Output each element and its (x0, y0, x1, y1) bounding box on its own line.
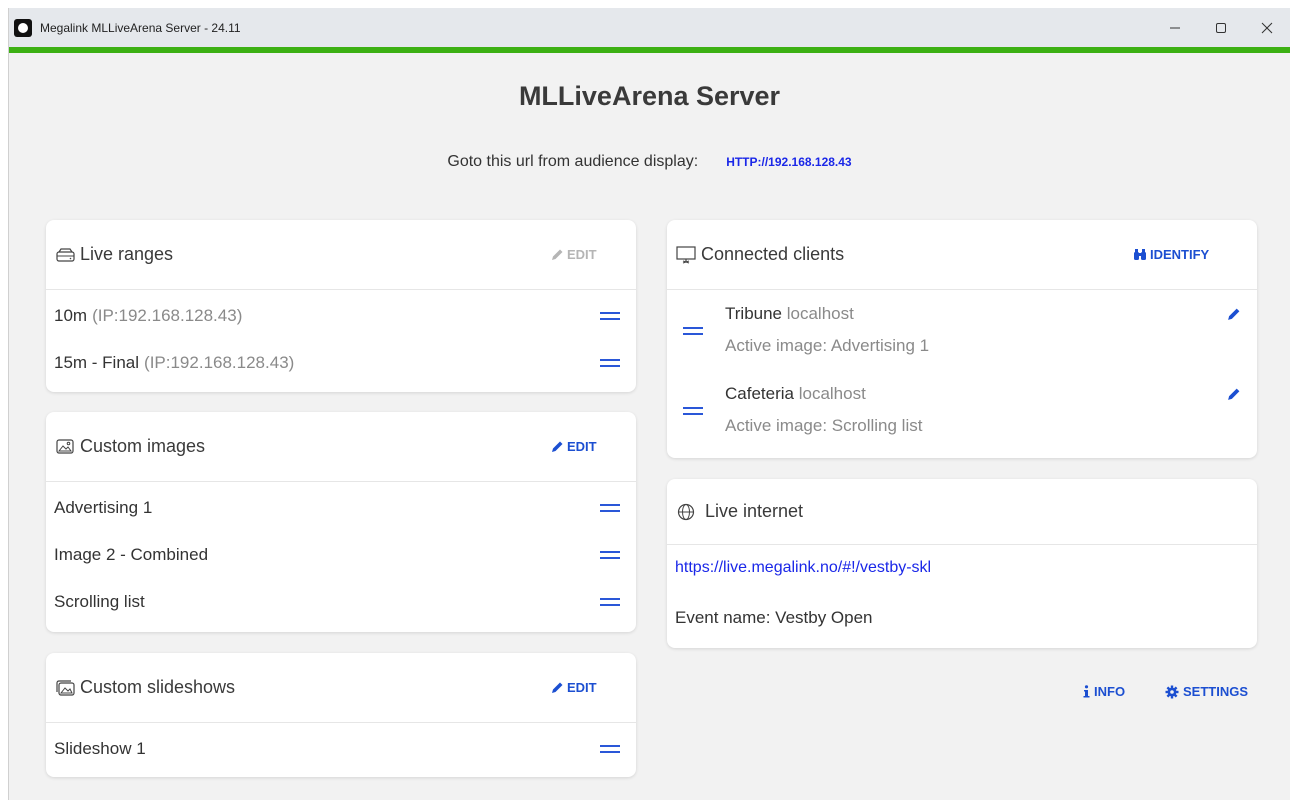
window-controls (1152, 8, 1290, 47)
client-row[interactable]: Tribune localhost Active image: Advertis… (667, 290, 1257, 370)
title-bar: Megalink MLLiveArena Server - 24.11 (9, 8, 1290, 47)
drag-handle-icon[interactable] (683, 327, 703, 335)
edit-client-button[interactable] (1227, 307, 1241, 326)
drag-handle-icon[interactable] (600, 503, 620, 512)
custom-slideshows-edit-label: EDIT (567, 680, 597, 695)
live-range-row[interactable]: 15m - Final (IP:192.168.128.43) (46, 339, 636, 386)
info-icon (1083, 685, 1090, 698)
binoculars-icon (1133, 248, 1147, 261)
pencil-icon (551, 681, 564, 694)
connected-clients-header: Connected clients IDENTIFY (667, 220, 1257, 290)
custom-images-edit-button[interactable]: EDIT (551, 439, 597, 454)
custom-image-name: Image 2 - Combined (54, 544, 209, 564)
live-ranges-title: Live ranges (80, 244, 174, 264)
client-active-image: Active image: Scrolling list (725, 416, 923, 435)
main-content: MLLiveArena Server Goto this url from au… (9, 53, 1290, 800)
custom-image-name: Scrolling list (54, 591, 145, 611)
live-ranges-edit-label: EDIT (567, 247, 597, 262)
custom-slideshows-edit-button[interactable]: EDIT (551, 680, 597, 695)
client-name: Cafeteria (725, 384, 794, 403)
live-range-name: 10m (54, 305, 88, 325)
drive-icon (54, 245, 76, 265)
client-active-image: Active image: Advertising 1 (725, 336, 930, 355)
app-logo-icon (14, 18, 32, 37)
custom-image-row[interactable]: Advertising 1 (46, 484, 636, 531)
live-range-ip: (IP:192.168.128.43) (92, 305, 243, 325)
presentation-icon (675, 245, 697, 265)
maximize-icon (1216, 22, 1226, 33)
audience-url-label: Goto this url from audience display: (447, 153, 699, 170)
page-title: MLLiveArena Server (518, 81, 781, 111)
drag-handle-icon[interactable] (600, 744, 620, 753)
custom-images-header: Custom images EDIT (46, 412, 636, 482)
pencil-icon (1228, 388, 1240, 400)
minimize-button[interactable] (1152, 8, 1198, 47)
live-internet-card: Live internet https://live.megalink.no/#… (667, 479, 1257, 648)
client-host: localhost (798, 384, 866, 403)
custom-image-name: Advertising 1 (54, 497, 153, 517)
live-range-ip: (IP:192.168.128.43) (144, 352, 295, 372)
live-ranges-card: Live ranges EDIT 10m (IP:192.168.128.43)… (46, 220, 636, 392)
drag-handle-icon[interactable] (600, 597, 620, 606)
audience-url-line: Goto this url from audience display: HTT… (9, 153, 1290, 171)
minimize-icon (1170, 27, 1180, 28)
live-range-row[interactable]: 10m (IP:192.168.128.43) (46, 292, 636, 339)
client-row[interactable]: Cafeteria localhost Active image: Scroll… (667, 370, 1257, 450)
custom-slideshows-header: Custom slideshows EDIT (46, 653, 636, 723)
drag-handle-icon[interactable] (600, 550, 620, 559)
client-name: Tribune (725, 304, 783, 323)
client-name-line: Cafeteria localhost (725, 384, 866, 404)
custom-images-card: Custom images EDIT Advertising 1 Image 2… (46, 412, 636, 632)
live-internet-title: Live internet (705, 501, 804, 521)
settings-button[interactable]: SETTINGS (1165, 684, 1248, 699)
custom-images-edit-label: EDIT (567, 439, 597, 454)
slideshow-row[interactable]: Slideshow 1 (46, 725, 636, 772)
client-host: localhost (786, 304, 854, 323)
identify-label: IDENTIFY (1150, 247, 1210, 262)
live-range-name: 15m - Final (54, 352, 140, 372)
close-icon (1261, 22, 1273, 33)
app-window: Megalink MLLiveArena Server - 24.11 MLLi… (8, 8, 1290, 800)
live-ranges-edit-button[interactable]: EDIT (551, 247, 597, 262)
custom-slideshows-card: Custom slideshows EDIT Slideshow 1 (46, 653, 636, 777)
image-icon (54, 437, 76, 457)
maximize-button[interactable] (1198, 8, 1244, 47)
settings-label: SETTINGS (1183, 684, 1249, 699)
custom-slideshows-title: Custom slideshows (80, 677, 236, 697)
drag-handle-icon[interactable] (600, 358, 620, 367)
audience-url-link[interactable]: HTTP://192.168.128.43 (726, 155, 851, 169)
globe-icon (675, 502, 697, 522)
close-button[interactable] (1244, 8, 1290, 47)
live-internet-event: Event name: Vestby Open (675, 608, 873, 627)
client-name-line: Tribune localhost (725, 304, 854, 324)
info-label: INFO (1094, 684, 1126, 699)
live-internet-header: Live internet (667, 479, 1257, 545)
live-ranges-header: Live ranges EDIT (46, 220, 636, 290)
drag-handle-icon[interactable] (600, 311, 620, 320)
drag-handle-icon[interactable] (683, 407, 703, 415)
custom-image-row[interactable]: Image 2 - Combined (46, 531, 636, 578)
pencil-icon (551, 248, 564, 261)
slideshow-name: Slideshow 1 (54, 738, 146, 758)
custom-image-row[interactable]: Scrolling list (46, 578, 636, 625)
pencil-icon (1228, 308, 1240, 320)
live-internet-link[interactable]: https://live.megalink.no/#!/vestby-skl (675, 559, 931, 577)
connected-clients-card: Connected clients IDENTIFY Tribune local… (667, 220, 1257, 458)
edit-client-button[interactable] (1227, 387, 1241, 406)
pencil-icon (551, 440, 564, 453)
window-title: Megalink MLLiveArena Server - 24.11 (40, 20, 241, 35)
info-button[interactable]: INFO (1083, 684, 1125, 699)
gear-icon (1165, 685, 1179, 699)
images-icon (54, 678, 76, 698)
connected-clients-title: Connected clients (701, 244, 845, 264)
custom-images-title: Custom images (80, 436, 206, 456)
identify-button[interactable]: IDENTIFY (1133, 247, 1209, 262)
